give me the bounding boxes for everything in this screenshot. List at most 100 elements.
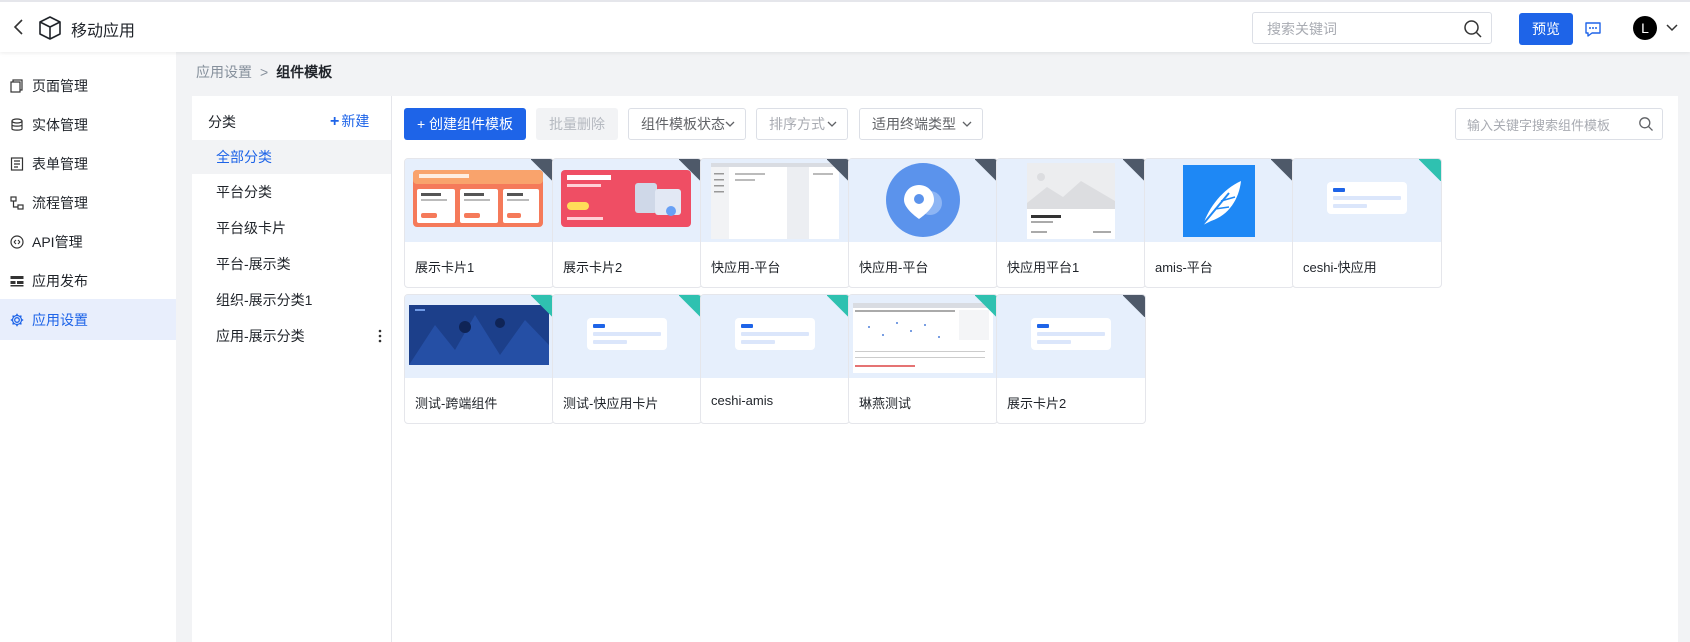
card-name: 测试-快应用卡片 (563, 396, 659, 411)
template-card[interactable]: ceshi-快应用 (1292, 158, 1442, 288)
sidebar-item-label: 应用设置 (32, 311, 88, 328)
terminal-type-label: 适用终端类型 (872, 116, 956, 132)
category-item-label: 应用-展示分类 (216, 328, 305, 344)
template-card[interactable]: 快应用平台1 (996, 158, 1146, 288)
sidebar-item-label: 实体管理 (32, 116, 88, 133)
sidebar-item-forms[interactable]: 表单管理 (0, 143, 176, 184)
sidebar-item-flows[interactable]: 流程管理 (0, 182, 176, 223)
sidebar-item-publish[interactable]: 应用发布 (0, 260, 176, 301)
api-icon (10, 234, 24, 249)
status-filter-dropdown[interactable]: 组件模板状态 (628, 108, 746, 140)
page-icon (10, 78, 23, 93)
sidebar-item-entities[interactable]: 实体管理 (0, 104, 176, 145)
chevron-down-icon[interactable] (1664, 22, 1680, 34)
status-badge (1271, 159, 1293, 181)
sidebar-item-label: 应用发布 (32, 272, 88, 289)
sort-label: 排序方式 (769, 116, 825, 132)
sidebar-item-label: 流程管理 (32, 194, 88, 211)
back-arrow-icon[interactable] (10, 18, 28, 36)
new-category-label: 新建 (341, 113, 370, 129)
status-badge (679, 159, 701, 181)
top-bar: 移动应用 预览 L (0, 0, 1690, 52)
sort-dropdown[interactable]: 排序方式 (756, 108, 848, 140)
sidebar-item-pages[interactable]: 页面管理 (0, 65, 176, 106)
batch-delete-button[interactable]: 批量删除 (536, 108, 618, 140)
category-item[interactable]: 平台分类 (192, 175, 391, 209)
cube-icon (39, 16, 61, 40)
plus-icon: + (330, 113, 340, 130)
template-card[interactable]: 展示卡片2 (996, 294, 1146, 424)
category-item[interactable]: 平台级卡片 (192, 211, 391, 245)
breadcrumb-parent[interactable]: 应用设置 (196, 64, 252, 80)
card-name: ceshi-amis (711, 393, 774, 408)
card-name: ceshi-快应用 (1303, 260, 1377, 275)
chevron-down-icon (962, 121, 972, 127)
card-name: amis-平台 (1155, 260, 1213, 275)
breadcrumb-current: 组件模板 (276, 64, 333, 80)
template-card[interactable]: 测试-快应用卡片 (552, 294, 702, 424)
breadcrumb: 应用设置 > 组件模板 (196, 62, 332, 82)
sidebar-item-api[interactable]: API管理 (0, 221, 176, 262)
status-badge (679, 295, 701, 317)
card-name: 琳燕测试 (859, 396, 912, 411)
chevron-down-icon (725, 121, 735, 127)
category-item[interactable]: 组织-展示分类1 (192, 283, 391, 317)
template-search[interactable] (1455, 108, 1663, 140)
card-name: 展示卡片2 (563, 260, 623, 275)
status-badge (531, 159, 553, 181)
database-icon (11, 117, 23, 131)
card-name: 快应用-平台 (859, 260, 929, 275)
global-search[interactable] (1252, 12, 1492, 44)
publish-icon (10, 275, 24, 286)
status-badge (827, 295, 849, 317)
status-badge (975, 159, 997, 181)
template-card[interactable]: 快应用-平台 (700, 158, 850, 288)
template-card[interactable]: 琳燕测试 (848, 294, 998, 424)
preview-button[interactable]: 预览 (1519, 13, 1573, 45)
status-badge (1123, 295, 1145, 317)
category-panel: 分类 + 新建 全部分类 平台分类 平台级卡片 平台-展示类 组织-展示分类1 应… (192, 96, 392, 642)
template-card[interactable]: amis-平台 (1144, 158, 1294, 288)
message-icon[interactable] (1584, 20, 1602, 38)
template-list-panel: + 创建组件模板 批量删除 组件模板状态 排序方式 适用终端类型 输入关键字搜索… (392, 96, 1678, 642)
template-card[interactable]: 快应用-平台 (848, 158, 998, 288)
sidebar: 页面管理 实体管理 表单管理 流程管理 API管理 应用发布 应用设置 (0, 52, 176, 642)
status-badge (975, 295, 997, 317)
form-icon (10, 156, 24, 171)
search-icon[interactable] (1638, 116, 1654, 132)
chevron-down-icon (827, 121, 837, 127)
new-category-button[interactable]: + 新建 (330, 111, 369, 131)
category-header: 分类 (208, 114, 236, 130)
card-name: 展示卡片2 (1007, 396, 1067, 411)
status-badge (1123, 159, 1145, 181)
flow-icon (10, 195, 24, 210)
status-badge (1419, 159, 1441, 181)
category-item[interactable]: 全部分类 (192, 140, 391, 174)
template-search-input[interactable] (1467, 116, 1627, 134)
card-name: 展示卡片1 (415, 260, 475, 275)
breadcrumb-separator: > (260, 64, 269, 80)
template-card[interactable]: ceshi-amis (700, 294, 850, 424)
template-card[interactable]: 展示卡片1 (404, 158, 554, 288)
sidebar-item-settings[interactable]: 应用设置 (0, 299, 176, 340)
create-template-button[interactable]: + 创建组件模板 (404, 108, 526, 140)
status-filter-label: 组件模板状态 (641, 116, 725, 132)
template-card[interactable]: 测试-跨端组件 (404, 294, 554, 424)
terminal-type-dropdown[interactable]: 适用终端类型 (859, 108, 983, 140)
status-badge (827, 159, 849, 181)
sidebar-item-label: API管理 (32, 233, 83, 250)
more-vertical-icon[interactable] (377, 329, 383, 343)
app-title: 移动应用 (71, 23, 136, 40)
category-item-wrapper[interactable]: 应用-展示分类 (192, 319, 391, 353)
sidebar-item-label: 页面管理 (32, 77, 88, 94)
status-badge (531, 295, 553, 317)
card-name: 快应用-平台 (711, 260, 781, 275)
user-avatar[interactable]: L (1633, 16, 1657, 40)
card-name: 快应用平台1 (1007, 260, 1080, 275)
gear-icon (10, 313, 24, 326)
category-item[interactable]: 平台-展示类 (192, 247, 391, 281)
global-search-input[interactable] (1267, 19, 1457, 39)
sidebar-item-label: 表单管理 (32, 155, 88, 172)
template-card[interactable]: 展示卡片2 (552, 158, 702, 288)
search-icon[interactable] (1463, 19, 1483, 39)
